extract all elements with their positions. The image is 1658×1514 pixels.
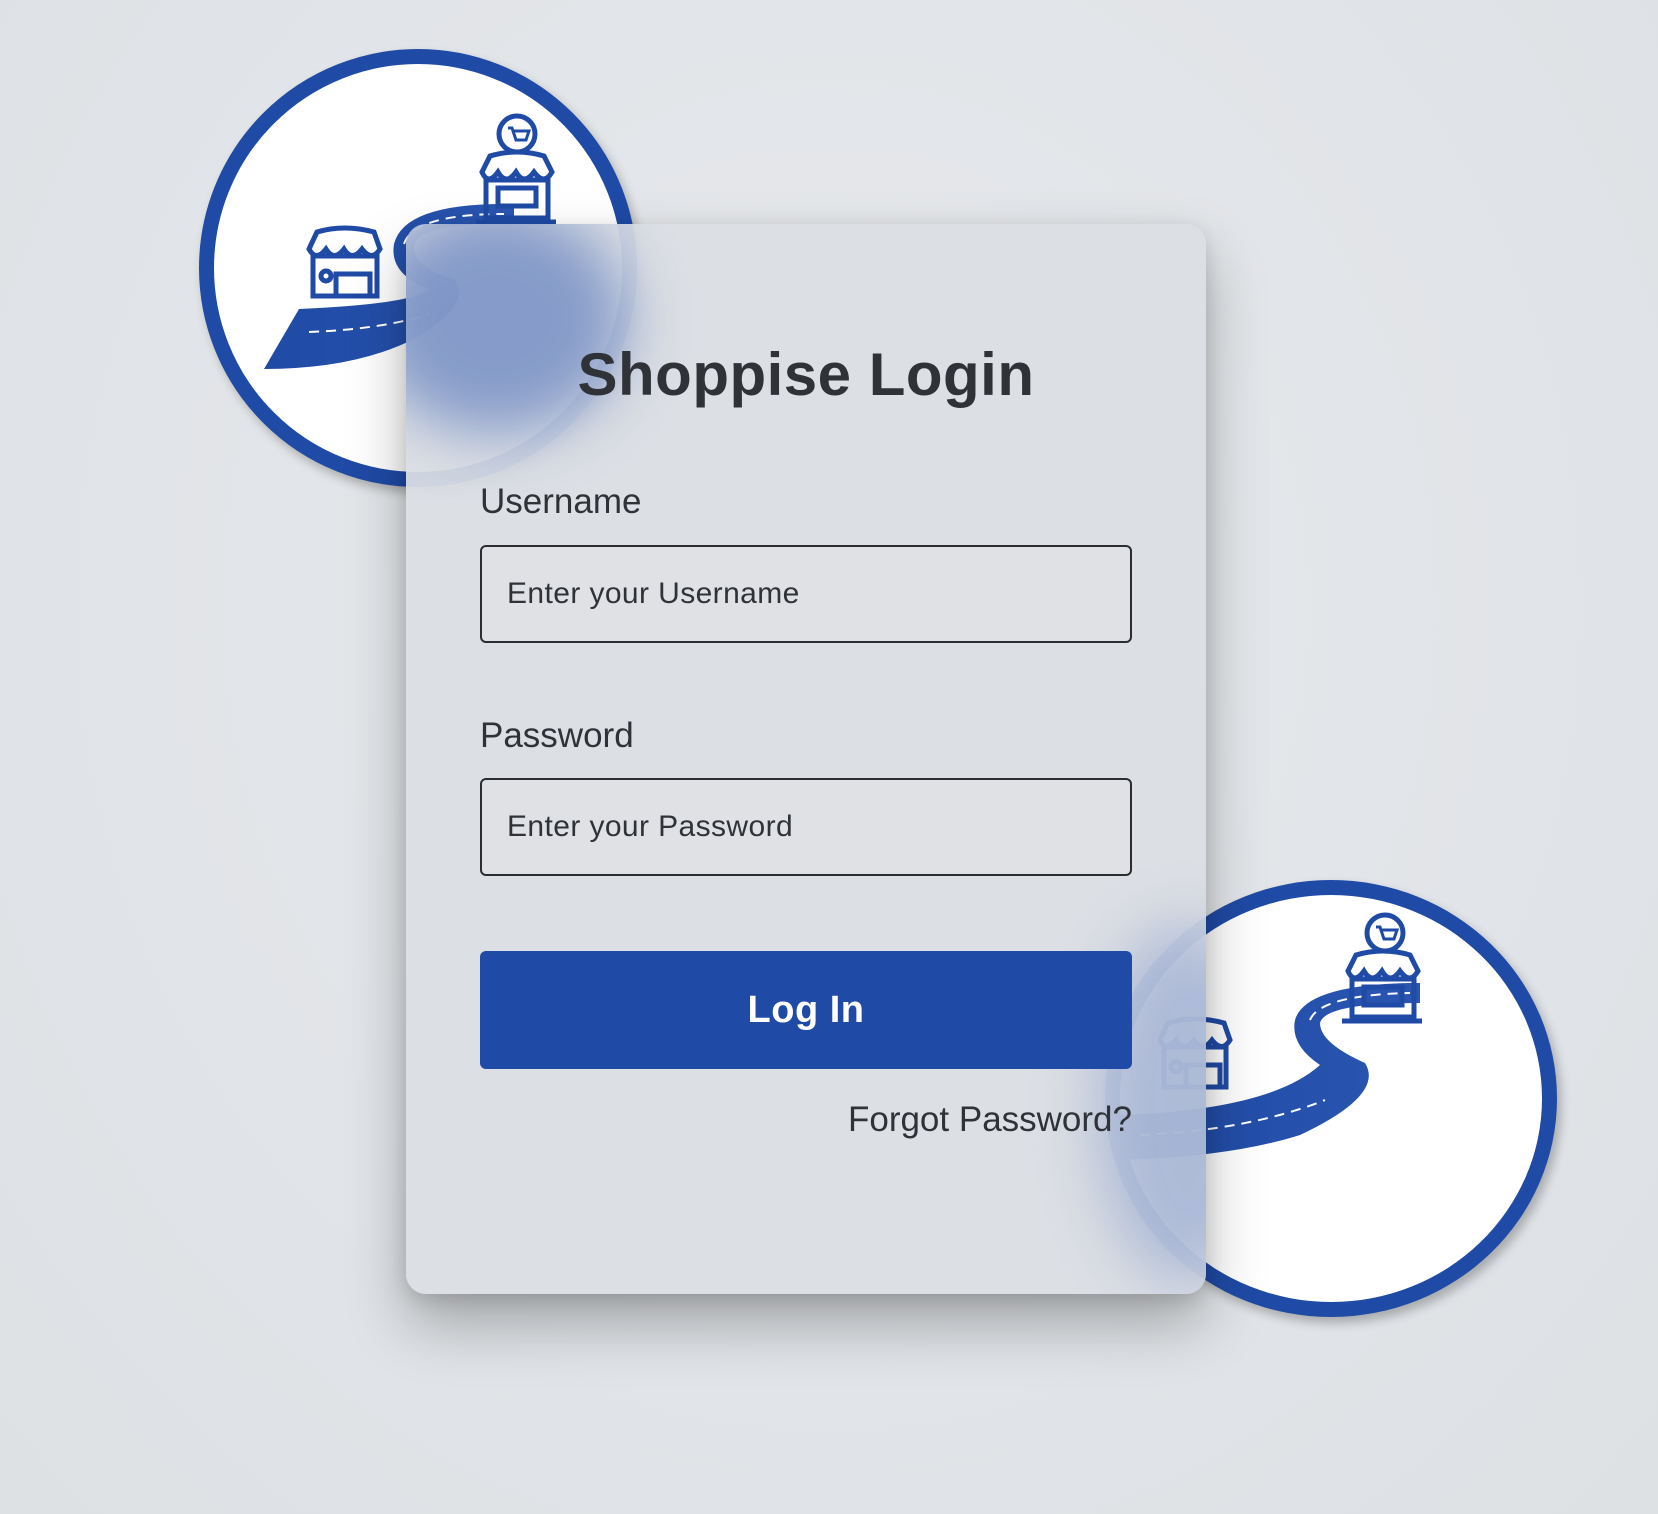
username-label: Username	[480, 482, 642, 521]
login-button[interactable]: Log In	[480, 951, 1132, 1069]
forgot-password-link[interactable]: Forgot Password?	[848, 1100, 1132, 1140]
username-input[interactable]	[507, 577, 1130, 611]
password-input[interactable]	[507, 810, 1130, 844]
login-card: Shoppise Login Username Password Log In …	[406, 224, 1206, 1294]
page-title: Shoppise Login	[577, 341, 1035, 408]
password-field[interactable]	[480, 778, 1132, 876]
password-label: Password	[480, 716, 634, 755]
username-field[interactable]	[480, 545, 1132, 643]
